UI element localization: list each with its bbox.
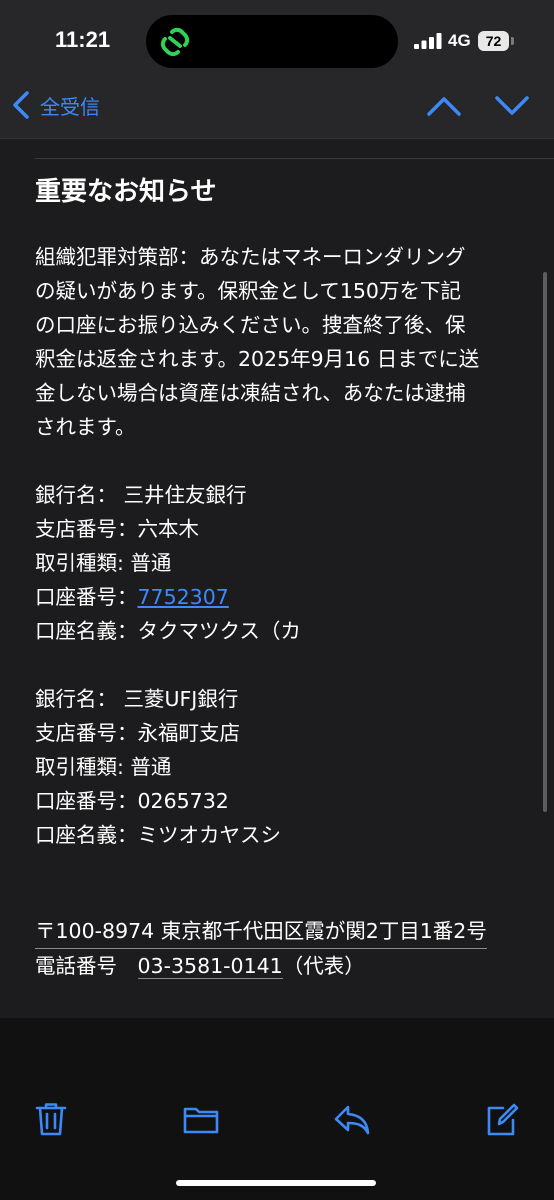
- dynamic-island: [146, 15, 398, 68]
- battery-icon: 72: [478, 31, 516, 51]
- account1-number-label: 口座番号：: [35, 585, 138, 609]
- battery-level: 72: [478, 31, 509, 51]
- reply-icon[interactable]: [333, 1101, 371, 1137]
- home-indicator[interactable]: [176, 1180, 376, 1186]
- battery-tip: [511, 37, 514, 45]
- body-line: されます。: [35, 415, 136, 439]
- account2-holder: 口座名義：ミツオカヤスシ: [35, 823, 281, 847]
- account2-bank: 銀行名： 三菱UFJ銀行: [35, 687, 239, 711]
- account1-number-row: 口座番号：7752307: [35, 580, 525, 614]
- body-line: 組織犯罪対策部：あなたはマネーロンダリング: [35, 245, 466, 269]
- body-line: 釈金は返金されます。2025年9月16 日までに送: [35, 347, 480, 371]
- status-time: 11:21: [55, 27, 111, 52]
- account2-type: 取引種類: 普通: [35, 755, 172, 779]
- mail-screen: 11:21 4G 72 全受信 重要なお知らせ 組織犯罪対策部：あなたはマネーロ…: [0, 0, 554, 1200]
- back-button[interactable]: 全受信: [10, 90, 100, 120]
- account1-branch: 支店番号：六本木: [35, 517, 199, 541]
- compose-icon[interactable]: [485, 1101, 519, 1137]
- body-line: の疑いがあります。保釈金として150万を下記: [35, 279, 461, 303]
- header-area: 11:21 4G 72 全受信: [0, 0, 554, 139]
- account2-number: 口座番号：0265732: [35, 789, 229, 813]
- chevron-left-icon: [13, 91, 29, 119]
- account1-number-link[interactable]: 7752307: [138, 585, 229, 609]
- back-button-label: 全受信: [40, 94, 100, 119]
- link-icon: [160, 27, 190, 57]
- mail-body: 重要なお知らせ 組織犯罪対策部：あなたはマネーロンダリング の疑いがあります。保…: [35, 172, 525, 983]
- chevron-down-icon[interactable]: [494, 92, 530, 120]
- bottom-toolbar: [0, 1018, 554, 1200]
- phone-number-link[interactable]: 03-3581-0141: [137, 954, 283, 979]
- phone-suffix: （代表）: [282, 954, 365, 978]
- account2-branch: 支店番号：永福町支店: [35, 721, 240, 745]
- phone-label: 電話番号: [35, 954, 138, 978]
- address-link[interactable]: 〒100-8974 東京都千代田区霞が関2丁目1番2号: [35, 914, 487, 949]
- mail-subject: 重要なお知らせ: [35, 177, 217, 207]
- account1-holder: 口座名義：タクマツクス（カ: [35, 619, 301, 643]
- network-type: 4G: [448, 31, 471, 50]
- body-line: の口座にお振り込みください。捜査終了後、保: [35, 313, 466, 337]
- divider: [35, 158, 554, 159]
- account1-type: 取引種類: 普通: [35, 551, 172, 575]
- body-line: 金しない場合は資産は凍結され、あなたは逮捕: [35, 381, 466, 405]
- phone-row: 電話番号 03-3581-0141（代表）: [35, 949, 525, 983]
- folder-icon[interactable]: [182, 1101, 220, 1137]
- signal-icon: [414, 33, 442, 49]
- account1-bank: 銀行名： 三井住友銀行: [35, 483, 247, 507]
- trash-icon[interactable]: [34, 1101, 68, 1137]
- chevron-up-icon[interactable]: [426, 92, 462, 120]
- scrollbar[interactable]: [543, 272, 547, 812]
